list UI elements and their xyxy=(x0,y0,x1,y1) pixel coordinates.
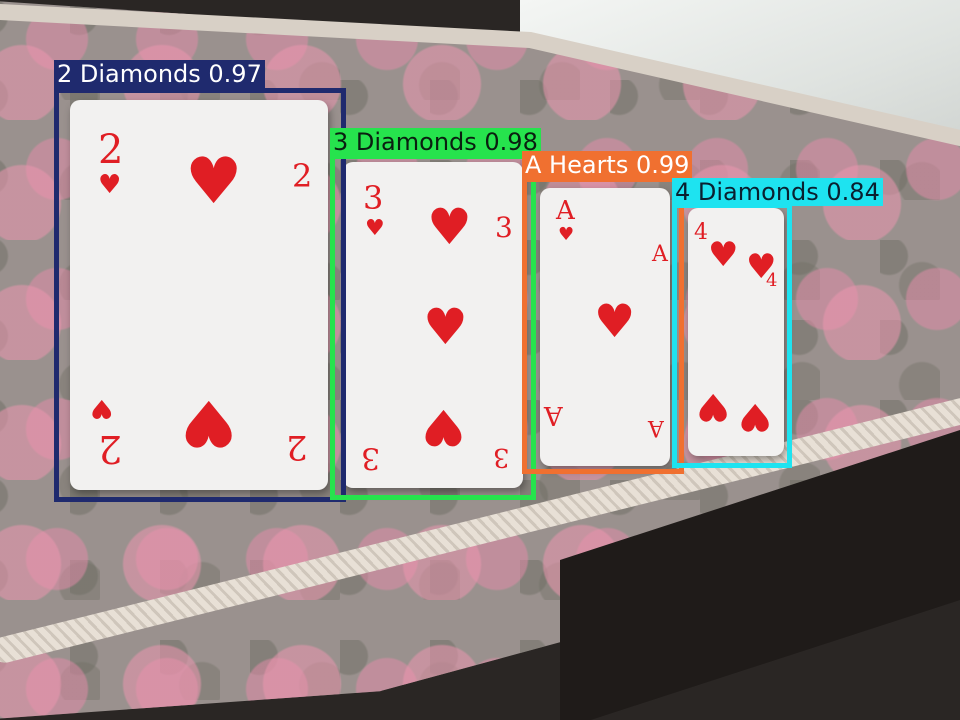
detection-label-4-diamonds: 4 Diamonds 0.84 xyxy=(672,178,883,206)
detection-box-2-diamonds xyxy=(54,88,346,502)
detection-box-3-diamonds xyxy=(330,154,536,500)
detection-label-2-diamonds: 2 Diamonds 0.97 xyxy=(54,60,265,88)
detection-box-a-hearts xyxy=(522,177,684,474)
detection-label-3-diamonds: 3 Diamonds 0.98 xyxy=(330,128,541,156)
detection-box-4-diamonds xyxy=(672,203,792,468)
photo-scene: 2 ♥ ♥ 2 ♥ 2 ♥ 2 3 ♥ ♥ 3 ♥ ♥ 3 3 A ♥ A ♥ … xyxy=(0,0,960,720)
detection-label-a-hearts: A Hearts 0.99 xyxy=(522,151,693,179)
